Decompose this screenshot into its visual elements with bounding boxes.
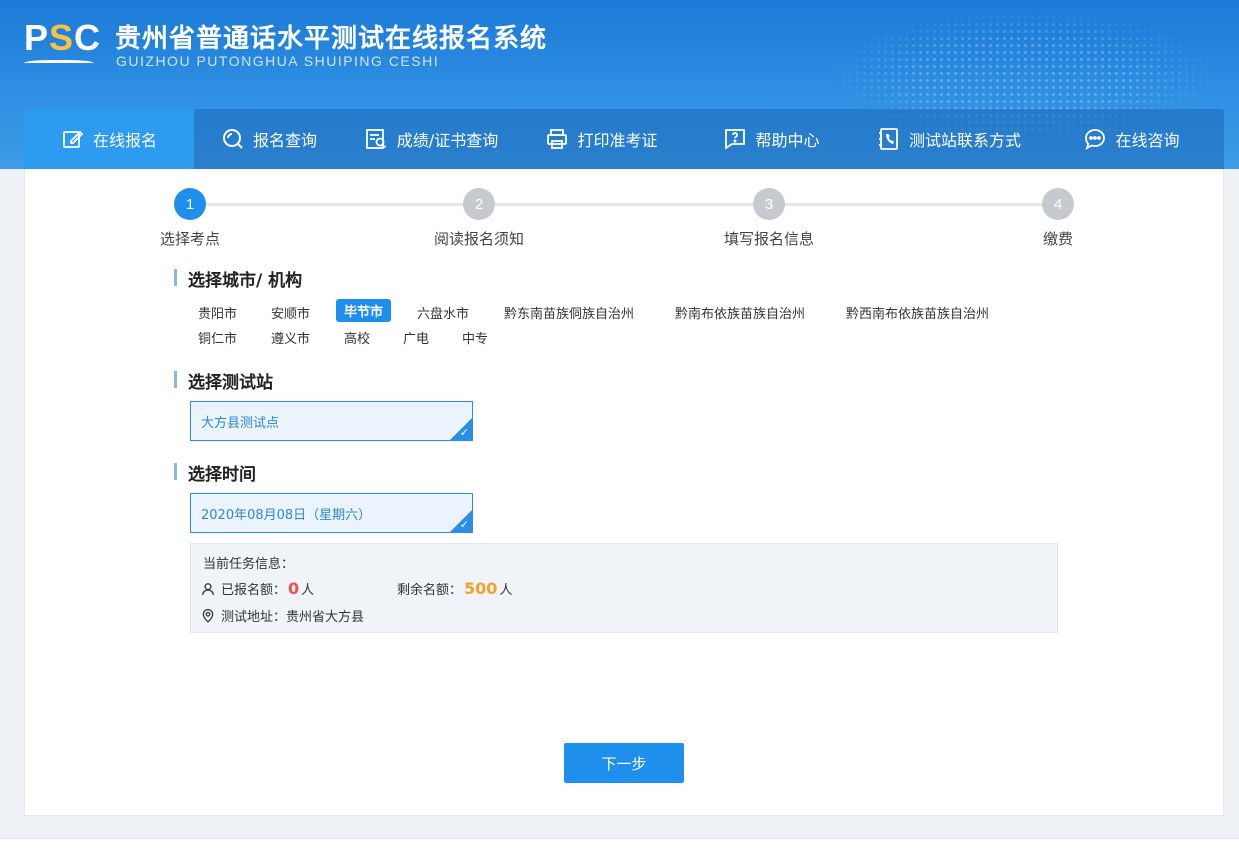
nav-item-online-register[interactable]: 在线报名 (24, 109, 194, 169)
station-option-selected[interactable]: 大方县测试点 ✓ (190, 401, 473, 441)
main-nav: 在线报名 报名查询 成绩/证书查询 打印准考证 帮助中心 测试站联系方式 在线咨… (24, 109, 1224, 169)
step-2-label: 阅读报名须知 (433, 230, 525, 248)
nav-item-help-center[interactable]: 帮助中心 (684, 109, 859, 169)
task-info-title: 当前任务信息： (203, 557, 295, 572)
step-2-circle: 2 (463, 188, 495, 220)
nav-item-contact[interactable]: 测试站联系方式 (859, 109, 1039, 169)
step-3-circle: 3 (753, 188, 785, 220)
registered-count: 0 (288, 579, 300, 598)
location-pin-icon (202, 608, 214, 623)
city-option[interactable]: 中专 (462, 326, 488, 349)
city-option[interactable]: 黔南布依族苗族自治州 (675, 301, 805, 324)
site-title: 贵州省普通话水平测试在线报名系统 (115, 24, 548, 54)
address-value: 贵州省大方县 (286, 610, 365, 625)
city-option[interactable]: 贵阳市 (198, 301, 237, 324)
search-icon (222, 129, 243, 149)
city-option[interactable]: 遵义市 (271, 326, 310, 349)
task-info-panel: 当前任务信息： 已报名额： 0 人 剩余名额： 500 人 测试地址：贵州省大方县 (190, 543, 1058, 633)
book-icon (24, 60, 94, 68)
nav-item-score-query[interactable]: 成绩/证书查询 (344, 109, 519, 169)
psc-logo: PSC (24, 20, 100, 70)
city-option[interactable]: 安顺市 (271, 301, 310, 324)
station-section-title: 选择测试站 (174, 368, 273, 393)
site-subtitle: GUIZHOU PUTONGHUA SHUIPING CESHI (116, 53, 440, 69)
city-option[interactable]: 六盘水市 (417, 301, 469, 324)
city-option-selected[interactable]: 毕节市 (336, 299, 392, 322)
nav-item-online-consult[interactable]: 在线咨询 (1039, 109, 1224, 169)
site-header: PSC 贵州省普通话水平测试在线报名系统 GUIZHOU PUTONGHUA S… (0, 0, 1239, 169)
nav-item-print-ticket[interactable]: 打印准考证 (519, 109, 684, 169)
address-row: 测试地址：贵州省大方县 (201, 606, 364, 625)
edit-icon (63, 130, 84, 148)
remaining-count: 500 (464, 579, 498, 598)
city-option[interactable]: 黔西南布依族苗族自治州 (846, 301, 989, 324)
step-4-label: 缴费 (1042, 230, 1074, 248)
help-icon (725, 129, 746, 150)
document-search-icon (365, 129, 386, 149)
nav-item-register-query[interactable]: 报名查询 (194, 109, 344, 169)
step-4-circle: 4 (1042, 188, 1074, 220)
step-1-label: 选择考点 (159, 230, 221, 248)
time-section-title: 选择时间 (174, 460, 256, 485)
user-icon (202, 582, 214, 595)
page-footer-strip (0, 838, 1239, 850)
check-icon: ✓ (459, 518, 469, 531)
check-icon: ✓ (459, 426, 469, 439)
printer-icon (547, 129, 568, 149)
city-option[interactable]: 广电 (403, 326, 429, 349)
city-section-title: 选择城市/ 机构 (174, 266, 302, 291)
step-1-circle: 1 (174, 188, 206, 220)
chat-icon (1085, 129, 1106, 150)
next-step-button[interactable]: 下一步 (564, 743, 684, 783)
remaining-row: 剩余名额： 500 人 (397, 579, 513, 598)
time-option-selected[interactable]: 2020年08月08日（星期六） ✓ (190, 493, 473, 533)
city-option[interactable]: 高校 (344, 326, 370, 349)
steps-progress-line (190, 203, 1058, 206)
phone-icon (878, 128, 898, 150)
step-3-label: 填写报名信息 (723, 230, 815, 248)
registered-row: 已报名额： 0 人 (201, 579, 314, 598)
city-option[interactable]: 铜仁市 (198, 326, 237, 349)
city-option[interactable]: 黔东南苗族侗族自治州 (504, 301, 634, 324)
station-value: 大方县测试点 (201, 415, 280, 431)
time-value: 2020年08月08日（星期六） (201, 507, 372, 523)
